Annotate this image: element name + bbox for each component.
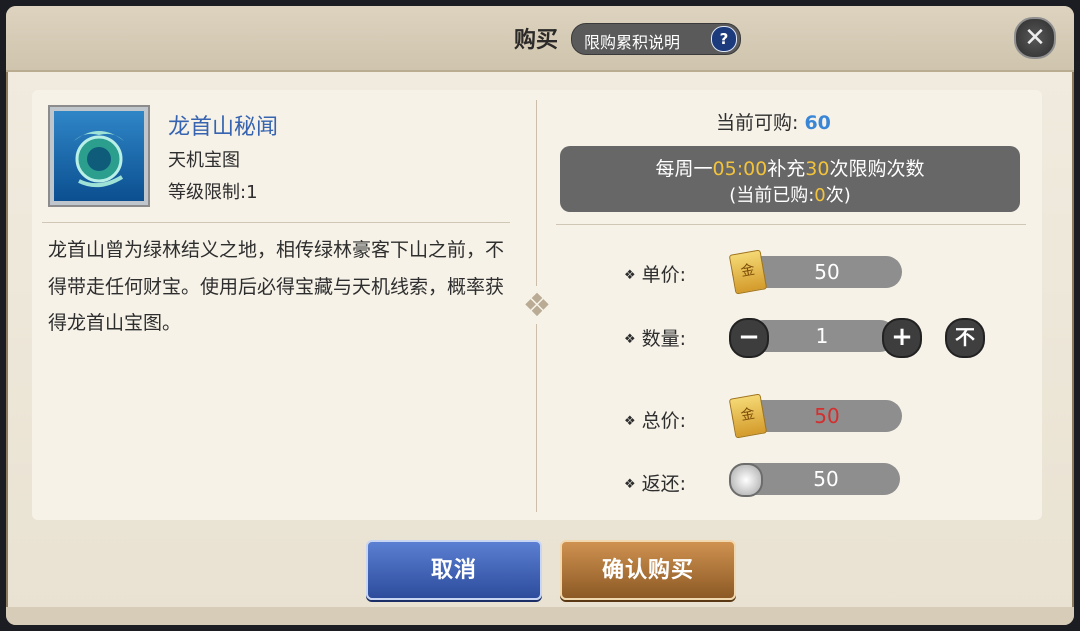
content-panel: 龙首山秘闻 天机宝图 等级限制:1 龙首山曾为绿林结义之地，相传绿林豪客下山之前… [32, 90, 1042, 520]
purchase-dialog: 购买 限购累积说明 ? ✕ 龙首山秘闻 天机宝图 等级限制:1 龙首山曾为绿林结… [6, 6, 1074, 625]
notice-line-1: 每周一05:00补充30次限购次数 [655, 158, 925, 180]
divider [556, 224, 1026, 225]
footer-strip [6, 607, 1074, 625]
total-price-label: ❖ 总价: [624, 410, 687, 432]
plus-icon: + [891, 322, 913, 352]
available-value: 60 [804, 112, 831, 134]
dialog-title: 购买 [514, 27, 559, 53]
limit-info-pill[interactable]: 限购累积说明 ? [571, 23, 741, 55]
confirm-purchase-button[interactable]: 确认购买 [560, 540, 736, 600]
notice-line-2: (当前已购:0次) [729, 185, 851, 206]
rebate-label: ❖ 返还: [624, 473, 687, 495]
close-button[interactable]: ✕ [1014, 17, 1056, 59]
quantity-label: ❖ 数量: [624, 328, 687, 350]
question-icon[interactable]: ? [711, 26, 737, 52]
ornament-icon: ❖ [518, 286, 556, 324]
gold-ticket-icon: 金 [728, 249, 768, 295]
available-count: 当前可购: 60 [716, 108, 831, 135]
dialog-header: 购买 限购累积说明 ? ✕ [6, 6, 1074, 72]
item-level-limit: 等级限制:1 [168, 182, 258, 203]
divider [42, 222, 510, 223]
arrow-down-icon: 不 [955, 325, 975, 349]
increase-button[interactable]: + [882, 318, 922, 358]
cancel-button[interactable]: 取消 [366, 540, 542, 600]
quantity-field[interactable]: 1 [748, 320, 896, 352]
item-description: 龙首山曾为绿林结义之地，相传绿林豪客下山之前，不得带走任何财宝。使用后必得宝藏与… [48, 239, 505, 334]
minus-icon: − [738, 322, 760, 352]
weekly-limit-notice: 每周一05:00补充30次限购次数 (当前已购:0次) [560, 146, 1020, 212]
close-icon: ✕ [1024, 23, 1046, 53]
silver-coin-icon [729, 463, 763, 497]
unit-price-label: ❖ 单价: [624, 264, 687, 286]
max-quantity-button[interactable]: 不 [945, 318, 985, 358]
gold-ticket-icon: 金 [728, 393, 768, 439]
item-type: 天机宝图 [168, 150, 240, 171]
limit-info-label: 限购累积说明 [584, 33, 681, 52]
item-name: 龙首山秘闻 [168, 115, 279, 140]
item-icon [54, 111, 144, 201]
decrease-button[interactable]: − [729, 318, 769, 358]
item-icon-frame [48, 105, 150, 207]
available-label: 当前可购: [716, 112, 805, 134]
